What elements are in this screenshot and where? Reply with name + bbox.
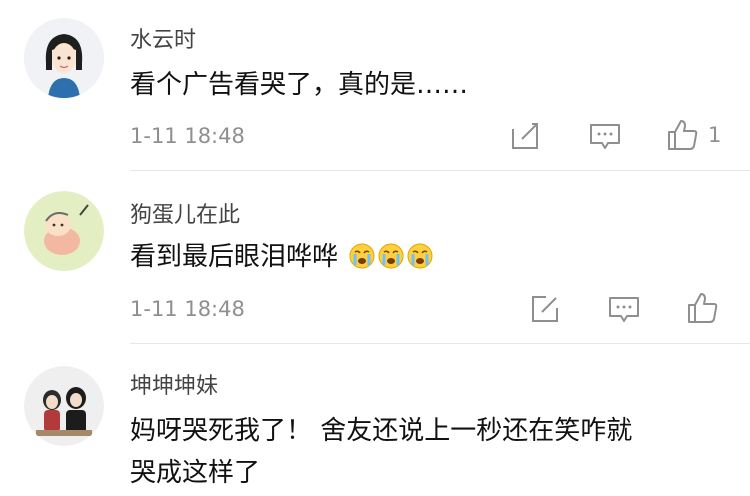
- like-button[interactable]: 1: [666, 118, 721, 152]
- timestamp: 1-11 18:48: [130, 297, 245, 321]
- comment-item: 坤坤坤妹 妈呀哭死我了！ 舍友还说上一秒还在笑咋就 哭成这样了: [0, 344, 750, 493]
- timestamp: 1-11 18:48: [130, 124, 245, 148]
- username[interactable]: 坤坤坤妹: [130, 368, 218, 400]
- comment-icon: [590, 124, 620, 149]
- comment-button[interactable]: [589, 122, 621, 152]
- crying-emoji: [407, 243, 433, 269]
- edit-icon: [512, 123, 538, 149]
- edit-button[interactable]: [510, 121, 540, 151]
- username[interactable]: 狗蛋儿在此: [130, 197, 240, 229]
- avatar[interactable]: [24, 18, 104, 98]
- edit-button[interactable]: [530, 294, 560, 324]
- like-button[interactable]: [686, 291, 720, 325]
- comment-text: 看到最后眼泪哗哗: [130, 234, 732, 280]
- avatar[interactable]: [24, 191, 104, 271]
- comment-item: 狗蛋儿在此 看到最后眼泪哗哗 1-11 18:48: [0, 171, 750, 343]
- avatar[interactable]: [24, 366, 104, 446]
- like-count: 1: [708, 123, 722, 147]
- comment-text-content: 看到最后眼泪哗哗: [130, 242, 339, 272]
- thumbs-up-icon: [668, 120, 698, 150]
- thumbs-up-icon: [688, 293, 718, 323]
- comment-icon: [609, 297, 639, 322]
- crying-emoji: [378, 243, 404, 269]
- comment-item: 水云时 看个广告看哭了，真的是…… 1-11 18:48 1: [0, 0, 750, 170]
- edit-icon: [532, 296, 558, 322]
- username[interactable]: 水云时: [130, 22, 196, 54]
- comment-text: 哭成这样了: [130, 458, 261, 488]
- comment-text: 看个广告看哭了，真的是……: [130, 70, 469, 100]
- comment-button[interactable]: [608, 295, 640, 325]
- comment-text: 妈呀哭死我了！ 舍友还说上一秒还在笑咋就: [130, 416, 633, 446]
- crying-emoji: [349, 243, 375, 269]
